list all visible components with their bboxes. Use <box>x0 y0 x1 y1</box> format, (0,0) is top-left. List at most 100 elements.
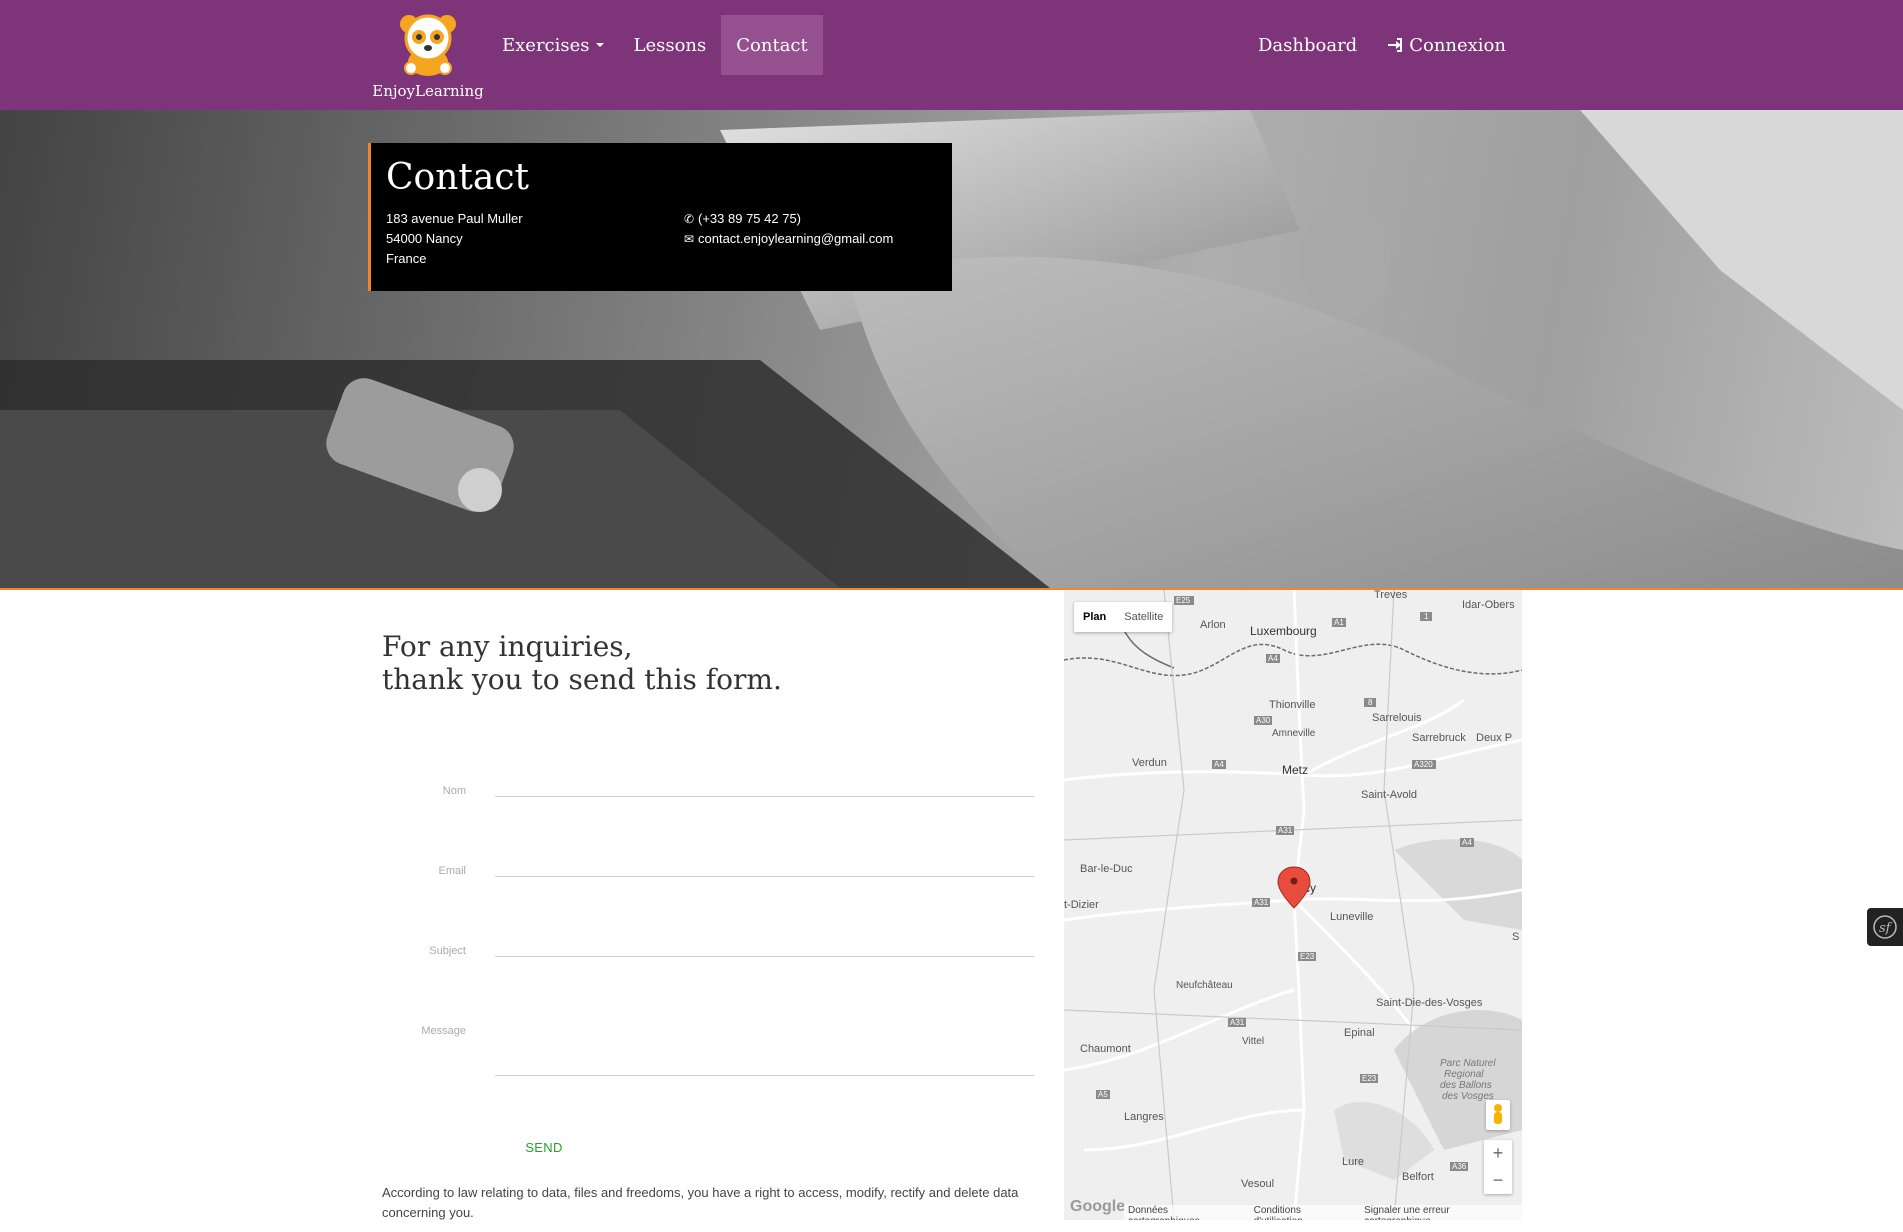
form-heading: For any inquiries, thank you to send thi… <box>382 630 1022 696</box>
caret-down-icon <box>595 43 604 47</box>
svg-text:Thionville: Thionville <box>1269 699 1315 711</box>
brand-link[interactable]: EnjoyLearning <box>370 10 486 100</box>
google-map[interactable]: Treves Idar-Obers Arlon Luxembourg Thion… <box>1064 590 1522 1220</box>
svg-text:A31: A31 <box>1254 898 1269 907</box>
zoom-out-button[interactable]: − <box>1484 1167 1512 1194</box>
map-canvas[interactable]: Treves Idar-Obers Arlon Luxembourg Thion… <box>1064 590 1522 1220</box>
secondary-nav: Dashboard Connexion <box>1243 15 1521 75</box>
svg-text:8: 8 <box>1368 698 1373 707</box>
name-underline <box>495 796 1034 797</box>
name-label: Nom <box>442 785 466 797</box>
svg-text:des Ballons: des Ballons <box>1440 1080 1492 1091</box>
subject-input[interactable] <box>495 928 1034 956</box>
svg-text:A31: A31 <box>1278 826 1293 835</box>
zoom-control: + − <box>1484 1140 1512 1194</box>
svg-text:Luneville: Luneville <box>1330 911 1373 923</box>
svg-text:Neufchâteau: Neufchâteau <box>1176 980 1233 991</box>
svg-text:Idar-Obers: Idar-Obers <box>1462 599 1515 611</box>
svg-text:A1: A1 <box>1334 618 1344 627</box>
contact-card: Contact 183 avenue Paul Muller 54000 Nan… <box>368 143 952 291</box>
svg-text:E23: E23 <box>1362 1074 1377 1083</box>
svg-text:Metz: Metz <box>1282 763 1308 777</box>
svg-text:Verdun: Verdun <box>1132 757 1167 769</box>
phone-number: (+33 89 75 42 75) <box>698 211 801 226</box>
nav-contact[interactable]: Contact <box>721 15 823 75</box>
map-footer: Données cartographiques Conditions d'uti… <box>1124 1205 1522 1220</box>
svg-text:Parc Naturel: Parc Naturel <box>1440 1058 1496 1069</box>
name-input[interactable] <box>495 768 1034 796</box>
map-type-control: Plan Satellite <box>1074 602 1173 632</box>
email-address[interactable]: contact.enjoylearning@gmail.com <box>698 231 893 246</box>
nav-login-label: Connexion <box>1409 34 1506 56</box>
zoom-in-button[interactable]: + <box>1484 1140 1512 1167</box>
svg-text:Vesoul: Vesoul <box>1241 1178 1274 1190</box>
hero-divider <box>0 588 1903 590</box>
top-navbar: EnjoyLearning Exercises Lessons Contact … <box>0 0 1903 110</box>
svg-text:Saint-Die-des-Vosges: Saint-Die-des-Vosges <box>1376 997 1483 1009</box>
phone-row: ✆ (+33 89 75 42 75) <box>684 209 893 229</box>
svg-text:Bar-le-Duc: Bar-le-Duc <box>1080 863 1133 875</box>
svg-text:Epinal: Epinal <box>1344 1027 1375 1039</box>
svg-text:t-Dizier: t-Dizier <box>1064 899 1099 911</box>
message-textarea[interactable] <box>495 1010 1034 1072</box>
email-label: Email <box>438 865 466 877</box>
svg-text:Belfort: Belfort <box>1402 1171 1434 1183</box>
svg-text:A320: A320 <box>1414 760 1433 769</box>
svg-text:Luxembourg: Luxembourg <box>1250 624 1317 638</box>
send-button[interactable]: SEND <box>512 1136 576 1160</box>
svg-text:Langres: Langres <box>1124 1111 1164 1123</box>
symfony-toolbar-toggle[interactable]: sf <box>1867 908 1903 946</box>
svg-text:Sarrelouis: Sarrelouis <box>1372 712 1422 724</box>
message-underline <box>495 1075 1034 1076</box>
subject-label: Subject <box>429 945 466 957</box>
svg-text:A36: A36 <box>1452 1162 1467 1171</box>
svg-text:A30: A30 <box>1256 716 1271 725</box>
envelope-icon: ✉ <box>684 232 695 246</box>
map-terms-link[interactable]: Conditions d'utilisation <box>1254 1205 1352 1220</box>
address-line: France <box>386 251 427 266</box>
phone-icon: ✆ <box>684 212 695 226</box>
email-row[interactable]: ✉ contact.enjoylearning@gmail.com <box>684 229 893 249</box>
map-report-link[interactable]: Signaler une erreur cartographique <box>1364 1205 1518 1220</box>
panda-logo-icon <box>400 14 456 76</box>
svg-text:Deux P: Deux P <box>1476 732 1512 744</box>
map-type-satellite[interactable]: Satellite <box>1115 602 1172 632</box>
nav-login[interactable]: Connexion <box>1372 15 1521 75</box>
google-logo[interactable]: Google <box>1070 1198 1125 1216</box>
svg-text:Amneville: Amneville <box>1272 728 1316 739</box>
svg-text:Sarrebruck: Sarrebruck <box>1412 732 1466 744</box>
svg-text:Vittel: Vittel <box>1242 1036 1264 1047</box>
legal-notice: According to law relating to data, files… <box>382 1185 1019 1220</box>
email-input[interactable] <box>495 848 1034 876</box>
form-heading-line: For any inquiries, <box>382 630 633 663</box>
form-heading-line: thank you to send this form. <box>382 663 782 696</box>
pegman-icon[interactable] <box>1486 1100 1510 1130</box>
svg-text:A4: A4 <box>1268 654 1278 663</box>
address-line: 54000 Nancy <box>386 231 463 246</box>
map-type-plan[interactable]: Plan <box>1074 602 1115 632</box>
svg-text:Saint-Avold: Saint-Avold <box>1361 789 1417 801</box>
svg-text:A4: A4 <box>1214 760 1224 769</box>
svg-text:A5: A5 <box>1098 1090 1108 1099</box>
nav-exercises-label: Exercises <box>502 34 590 56</box>
address-line: 183 avenue Paul Muller <box>386 211 523 226</box>
svg-text:Regional: Regional <box>1444 1069 1484 1080</box>
map-data-link[interactable]: Données cartographiques <box>1128 1205 1242 1220</box>
symfony-icon: sf <box>1873 915 1897 939</box>
nav-lessons[interactable]: Lessons <box>619 15 722 75</box>
contact-details: ✆ (+33 89 75 42 75) ✉ contact.enjoylearnin… <box>684 209 893 249</box>
svg-text:Chaumont: Chaumont <box>1080 1043 1131 1055</box>
nav-exercises-dropdown[interactable]: Exercises <box>487 15 619 75</box>
svg-text:A31: A31 <box>1230 1018 1245 1027</box>
nav-dashboard[interactable]: Dashboard <box>1243 15 1372 75</box>
svg-text:A4: A4 <box>1462 838 1472 847</box>
subject-underline <box>495 956 1034 957</box>
email-underline <box>495 876 1034 877</box>
svg-text:E23: E23 <box>1300 952 1315 961</box>
nav-lessons-label: Lessons <box>633 34 707 56</box>
nav-contact-label: Contact <box>736 34 808 56</box>
svg-text:Lure: Lure <box>1342 1156 1364 1168</box>
brand-name: EnjoyLearning <box>372 82 484 100</box>
nav-dashboard-label: Dashboard <box>1257 34 1358 56</box>
sign-in-icon <box>1388 38 1403 52</box>
